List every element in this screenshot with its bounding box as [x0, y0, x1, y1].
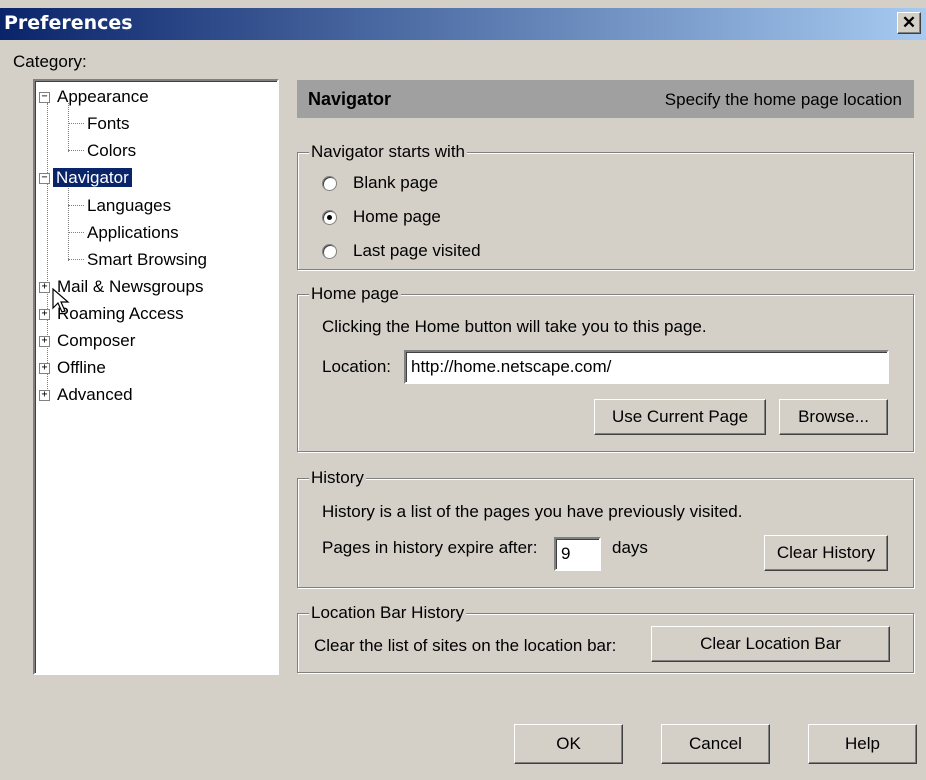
home-page-legend: Home page [309, 284, 401, 304]
history-expire-label: Pages in history expire after: [322, 538, 538, 557]
tree-line [68, 123, 84, 124]
tree-item-smart-browsing[interactable]: Smart Browsing [87, 249, 207, 271]
preferences-dialog: Preferences ✕ Category: − Appearance Fon… [0, 0, 926, 780]
starts-with-group: Navigator starts with Blank page Home pa… [297, 142, 914, 270]
category-label: Category: [13, 52, 87, 71]
home-page-description: Clicking the Home button will take you t… [322, 317, 707, 336]
expand-icon[interactable]: + [39, 282, 50, 293]
close-button[interactable]: ✕ [897, 12, 921, 34]
tree-line [68, 150, 84, 151]
clear-location-bar-button[interactable]: Clear Location Bar [651, 626, 890, 662]
ok-button[interactable]: OK [514, 724, 623, 764]
collapse-icon[interactable]: − [39, 173, 50, 184]
radio-last-page-label[interactable]: Last page visited [353, 241, 481, 261]
location-label: Location: [322, 357, 391, 376]
tree-line [68, 205, 84, 206]
tree-item-fonts[interactable]: Fonts [87, 113, 130, 135]
history-days-label: days [612, 538, 648, 557]
expand-icon[interactable]: + [39, 309, 50, 320]
tree-item-navigator[interactable]: − Navigator [39, 167, 132, 189]
radio-blank-page-label[interactable]: Blank page [353, 173, 438, 193]
tree-line [68, 103, 69, 152]
tree-item-appearance[interactable]: − Appearance [39, 86, 149, 108]
window-title: Preferences [4, 12, 133, 34]
mouse-cursor-icon [52, 288, 70, 313]
tree-line [68, 185, 69, 261]
browse-button[interactable]: Browse... [779, 399, 888, 435]
tree-item-colors[interactable]: Colors [87, 140, 136, 162]
radio-last-page[interactable] [322, 244, 337, 259]
cancel-button[interactable]: Cancel [661, 724, 770, 764]
help-button[interactable]: Help [808, 724, 917, 764]
tree-item-composer[interactable]: + Composer [39, 330, 135, 352]
starts-with-legend: Navigator starts with [309, 142, 467, 162]
expand-icon[interactable]: + [39, 336, 50, 347]
category-tree[interactable]: − Appearance Fonts Colors − Navigator La… [33, 79, 279, 675]
tree-item-offline[interactable]: + Offline [39, 357, 106, 379]
history-days-input[interactable]: 9 [554, 537, 601, 571]
location-bar-description: Clear the list of sites on the location … [314, 636, 617, 655]
expand-icon[interactable]: + [39, 363, 50, 374]
expand-icon[interactable]: + [39, 390, 50, 401]
collapse-icon[interactable]: − [39, 92, 50, 103]
location-bar-group: Location Bar History Clear the list of s… [297, 603, 914, 673]
tree-line [68, 232, 84, 233]
clear-history-button[interactable]: Clear History [764, 535, 888, 571]
location-bar-legend: Location Bar History [309, 603, 467, 623]
panel-title: Navigator [308, 89, 392, 109]
tree-line [68, 259, 84, 260]
history-group: History History is a list of the pages y… [297, 468, 914, 588]
history-legend: History [309, 468, 366, 488]
radio-home-page[interactable] [322, 210, 337, 225]
home-page-group: Home page Clicking the Home button will … [297, 284, 914, 452]
history-description: History is a list of the pages you have … [322, 502, 743, 521]
tree-item-advanced[interactable]: + Advanced [39, 384, 133, 406]
radio-home-page-label[interactable]: Home page [353, 207, 441, 227]
panel-header: Navigator Specify the home page location [297, 80, 914, 118]
tree-item-applications[interactable]: Applications [87, 222, 179, 244]
location-input[interactable]: http://home.netscape.com/ [404, 350, 889, 384]
panel-subtitle: Specify the home page location [664, 90, 902, 109]
tree-item-languages[interactable]: Languages [87, 195, 171, 217]
use-current-page-button[interactable]: Use Current Page [594, 399, 766, 435]
radio-blank-page[interactable] [322, 176, 337, 191]
close-icon: ✕ [901, 13, 917, 32]
title-bar[interactable]: Preferences ✕ [0, 8, 926, 40]
